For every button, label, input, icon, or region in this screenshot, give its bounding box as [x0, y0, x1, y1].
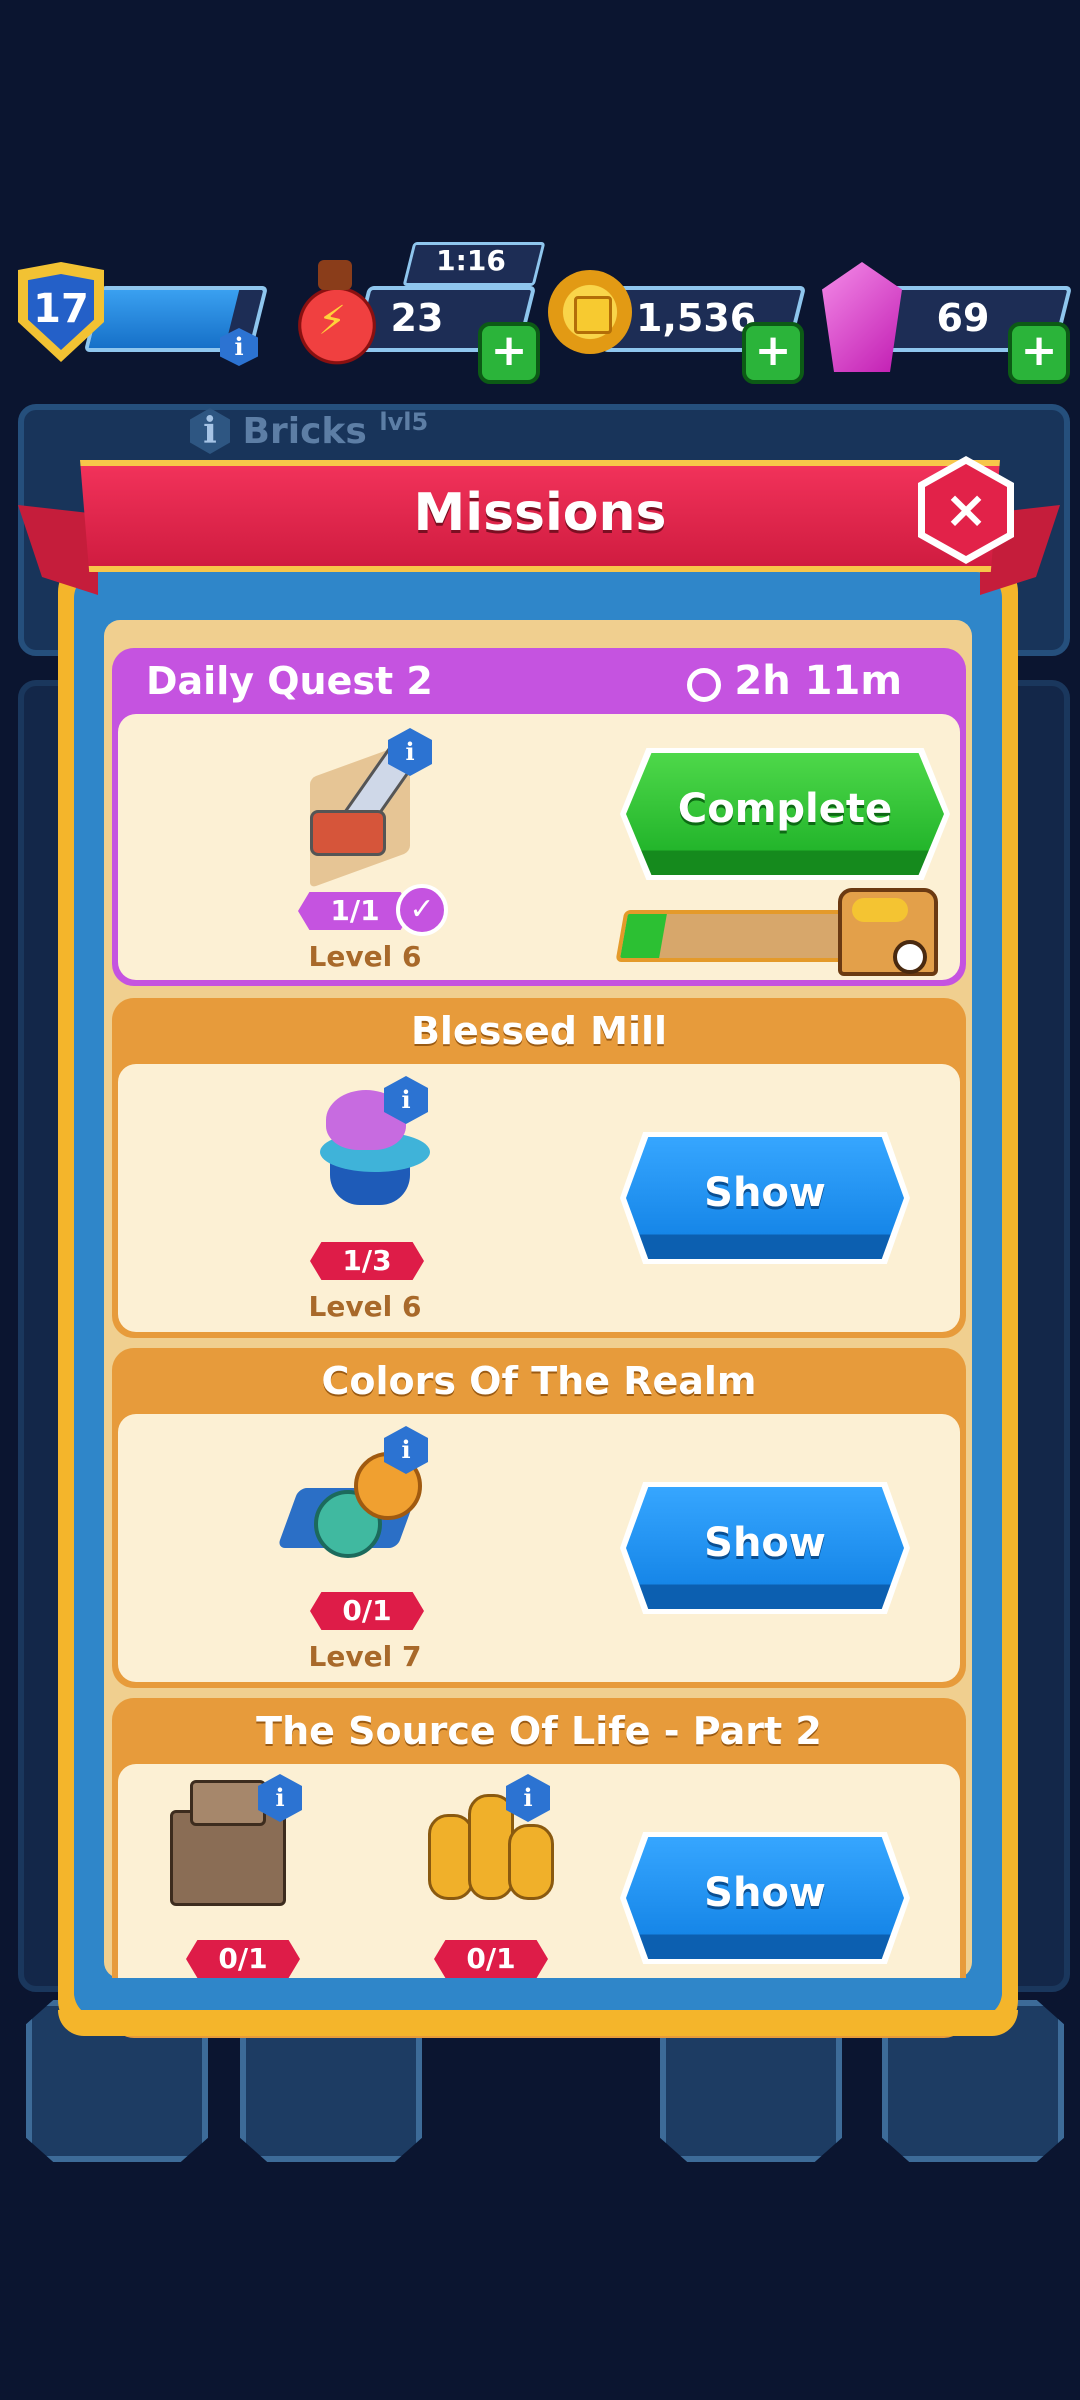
- daily-quest-timer: 2h 11m: [734, 658, 902, 704]
- close-icon: ×: [925, 464, 1007, 556]
- mission-level-colors-of-the-realm: Level 7: [308, 1640, 422, 1673]
- background-info-icon: i: [190, 408, 230, 454]
- daily-quest-timer-wrap: 2h 11m: [687, 648, 902, 714]
- coin-stack-right: [508, 1824, 554, 1900]
- show-button-colors-of-the-realm[interactable]: Show: [626, 1487, 904, 1609]
- background-building-info: i Bricks lvl5: [190, 408, 428, 454]
- daily-quest-level: Level 6: [308, 940, 422, 973]
- energy-value: 23: [390, 296, 444, 340]
- mission-name-source-of-life: The Source Of Life - Part 2: [256, 1709, 822, 1753]
- gems-plus-button[interactable]: +: [1008, 322, 1070, 384]
- background-building-name: Bricks: [242, 411, 367, 452]
- gems-value: 69: [936, 296, 990, 340]
- modal-bottom-gold: [58, 2010, 1018, 2036]
- bricks-stack-top: [190, 1780, 266, 1826]
- daily-quest-progress-fill: [620, 914, 667, 958]
- player-level: 17: [33, 286, 89, 332]
- coins-value: 1,536: [636, 296, 757, 340]
- check-icon: ✓: [396, 884, 448, 936]
- gem-icon[interactable]: [822, 262, 902, 372]
- stopwatch-icon: [687, 668, 722, 702]
- mission-name-blessed-mill: Blessed Mill: [410, 1009, 668, 1053]
- lightning-glyph: ⚡: [318, 298, 347, 344]
- mission-counter-bricks: 0/1: [186, 1940, 300, 1978]
- daily-quest-counter: 1/1: [298, 892, 412, 930]
- xp-bar-fill: [88, 290, 240, 348]
- modal-title: Missions: [413, 483, 667, 543]
- mission-counter-colors-of-the-realm: 0/1: [310, 1592, 424, 1630]
- mission-level-blessed-mill: Level 6: [308, 1290, 422, 1323]
- daily-quest-name: Daily Quest 2: [146, 659, 433, 703]
- show-button-source-of-life[interactable]: Show: [626, 1837, 904, 1959]
- daily-quest-header: Daily Quest 2 2h 11m: [112, 648, 966, 714]
- coin-inner: [574, 296, 612, 334]
- background-building-level: lvl5: [379, 408, 429, 436]
- energy-plus-button[interactable]: +: [478, 322, 540, 384]
- mission-counter-coins: 0/1: [434, 1940, 548, 1978]
- coins-plus-button[interactable]: +: [742, 322, 804, 384]
- potion-cork: [318, 260, 352, 290]
- energy-timer: 1:16: [436, 244, 506, 277]
- chest-coins: [852, 898, 908, 922]
- chest-stopwatch-icon: [893, 940, 927, 974]
- show-button-blessed-mill[interactable]: Show: [626, 1137, 904, 1259]
- mission-counter-blessed-mill: 1/3: [310, 1242, 424, 1280]
- sword-hilt: [310, 810, 386, 856]
- complete-button[interactable]: Complete: [626, 753, 944, 875]
- mission-name-colors-of-the-realm: Colors Of The Realm: [321, 1359, 757, 1403]
